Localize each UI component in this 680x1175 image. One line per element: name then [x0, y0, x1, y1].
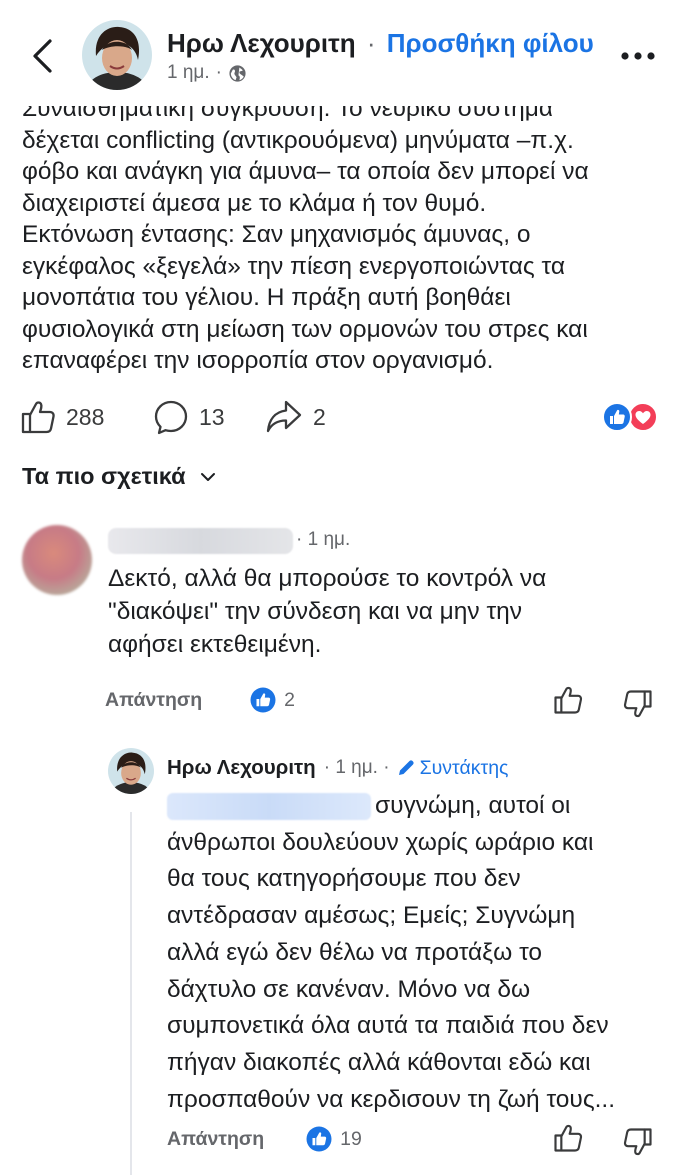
share-button[interactable]: 2 — [265, 394, 326, 440]
reply-dislike-button[interactable] — [620, 1124, 656, 1160]
like-button[interactable]: 288 — [20, 394, 104, 440]
reply-text-line: άνθρωποι δουλεύουν χωρίς ωράριο και — [167, 828, 594, 856]
thumbs-down-icon — [623, 1128, 652, 1156]
reply-actions: Απάντηση 19 — [167, 1122, 362, 1156]
like-reaction-icon — [306, 1126, 332, 1152]
reply-text-line: αλλά εγώ δεν θέλω να προτάξω το — [167, 938, 543, 966]
post-text-line: φόβο και ανάγκη για άμυνα– τα οποία δεν … — [22, 158, 589, 185]
meta-separator: · — [215, 62, 222, 83]
reply-button[interactable]: Απάντηση — [167, 1128, 264, 1151]
post-text-line: δέχεται conflicting (αντικρουόμενα) μηνύ… — [22, 126, 574, 154]
thumbs-down-icon — [623, 690, 652, 718]
share-count: 2 — [313, 403, 326, 430]
post-text-line: μονοπάτια του γέλιου. Η πράξη αυτή βοηθά… — [22, 284, 511, 311]
more-dots-icon — [621, 52, 655, 60]
reply-text-line: προσπαθούν να κερδισουν τη ζωή τους... — [167, 1085, 616, 1113]
post-text-line: επαναφέρει την ισορροπία στον οργανισμό. — [22, 347, 494, 374]
post-text-line: φυσιολογικά στη μείωση των ορμονών του σ… — [22, 315, 588, 343]
comment-like-badge[interactable]: 2 — [250, 687, 295, 713]
post-time[interactable]: 1 ημ. — [167, 62, 210, 84]
comment-text: Δεκτό, αλλά θα μπορούσε το κοντρόλ να "δ… — [108, 562, 648, 661]
reply-author-name[interactable]: Ηρω Λεχουριτη — [167, 756, 316, 780]
reaction-summary[interactable] — [601, 402, 659, 432]
comment-like-count: 2 — [284, 688, 296, 711]
globe-icon — [229, 64, 246, 82]
thread-connector — [130, 812, 132, 1175]
comment-time: · 1 ημ. — [296, 529, 351, 550]
post-text-line: διαχειριστεί άμεσα με το κλάμα ή τον θυμ… — [22, 189, 487, 217]
thumbs-up-icon — [554, 686, 583, 714]
author-avatar[interactable] — [82, 20, 152, 90]
like-count: 288 — [66, 403, 105, 430]
post-meta: 1 ημ. · — [167, 62, 247, 84]
title-separator: · — [366, 28, 376, 58]
reply-text-line: συμπονετικά όλα αυτά τα παιδιά που δεν — [167, 1012, 609, 1040]
reply-text-line: πήγαν διακοπές αλλά κάθονται εδώ και — [167, 1048, 591, 1076]
reply-like-badge[interactable]: 19 — [306, 1126, 362, 1152]
reply-header: Ηρω Λεχουριτη · 1 ημ. · Συντάκτης — [167, 756, 508, 780]
chevron-down-icon — [200, 472, 215, 481]
author-badge: Συντάκτης — [396, 756, 509, 780]
like-reaction-icon — [602, 402, 632, 432]
reply-like-button[interactable] — [550, 1120, 586, 1156]
more-options-button[interactable] — [612, 36, 664, 76]
comment-count: 13 — [199, 403, 225, 430]
header-title-row: Ηρω Λεχουριτη · Προσθήκη φίλου — [167, 28, 594, 59]
comment-like-button[interactable] — [550, 682, 586, 718]
pencil-icon — [398, 760, 414, 775]
like-reaction-icon — [250, 687, 276, 713]
post-text-line: εγκέφαλος «ξεγελά» την πίεση ενεργοποιών… — [22, 252, 566, 280]
reply-like-count: 19 — [340, 1127, 362, 1150]
reply-text-line: αντέδρασαν αμέσως; Εμείς; Συγνώμη — [167, 902, 576, 930]
back-button[interactable] — [22, 30, 62, 82]
reply-text: συγνώμη, αυτοί οι άνθρωποι δουλεύουν χωρ… — [167, 788, 662, 1118]
chevron-left-icon — [33, 39, 52, 73]
comment-bubble-icon — [154, 400, 188, 435]
reply-time: · 1 ημ. · — [323, 757, 390, 778]
post-header: Ηρω Λεχουριτη · Προσθήκη φίλου 1 ημ. · — [0, 0, 680, 106]
comment-button[interactable]: 13 — [153, 394, 225, 440]
reply-text-line: συγνώμη, αυτοί οι — [375, 792, 571, 819]
commenter-name-redacted[interactable] — [108, 528, 293, 554]
comment-actions: Απάντηση 2 — [105, 683, 295, 717]
love-reaction-icon — [628, 402, 658, 432]
author-badge-label: Συντάκτης — [419, 756, 509, 779]
reply-text-line: θα τους κατηγορήσουμε που δεν — [167, 865, 521, 893]
author-name[interactable]: Ηρω Λεχουριτη — [167, 28, 356, 58]
add-friend-link[interactable]: Προσθήκη φίλου — [387, 28, 594, 58]
post-actions-bar: 288 13 2 — [20, 394, 665, 440]
comment-text-line: αφήσει εκτεθειμένη. — [108, 631, 322, 658]
comment-sort-label: Τα πιο σχετικά — [22, 463, 186, 489]
post-text-line: Εκτόνωση έντασης: Σαν μηχανισμός άμυνας,… — [22, 221, 531, 248]
comment-sort-dropdown[interactable]: Τα πιο σχετικά — [22, 463, 216, 490]
reply-text-line: δάχτυλο σε κανέναν. Μόνο να δω — [167, 975, 531, 1003]
thumbs-up-icon — [21, 401, 55, 434]
reply-author-avatar[interactable] — [108, 748, 154, 794]
reply-button[interactable]: Απάντηση — [105, 689, 202, 712]
post-text: Συναισθηματική σύγκρουση: Το νευρικό σύσ… — [22, 93, 662, 377]
comment-text-line: "διακόψει" την σύνδεση και να μην την — [108, 598, 523, 625]
comment-text-line: Δεκτό, αλλά θα μπορούσε το κοντρόλ να — [108, 565, 547, 592]
share-arrow-icon — [266, 400, 302, 433]
comment-dislike-button[interactable] — [620, 686, 656, 722]
thumbs-up-icon — [554, 1124, 583, 1152]
commenter-avatar[interactable] — [22, 525, 92, 595]
